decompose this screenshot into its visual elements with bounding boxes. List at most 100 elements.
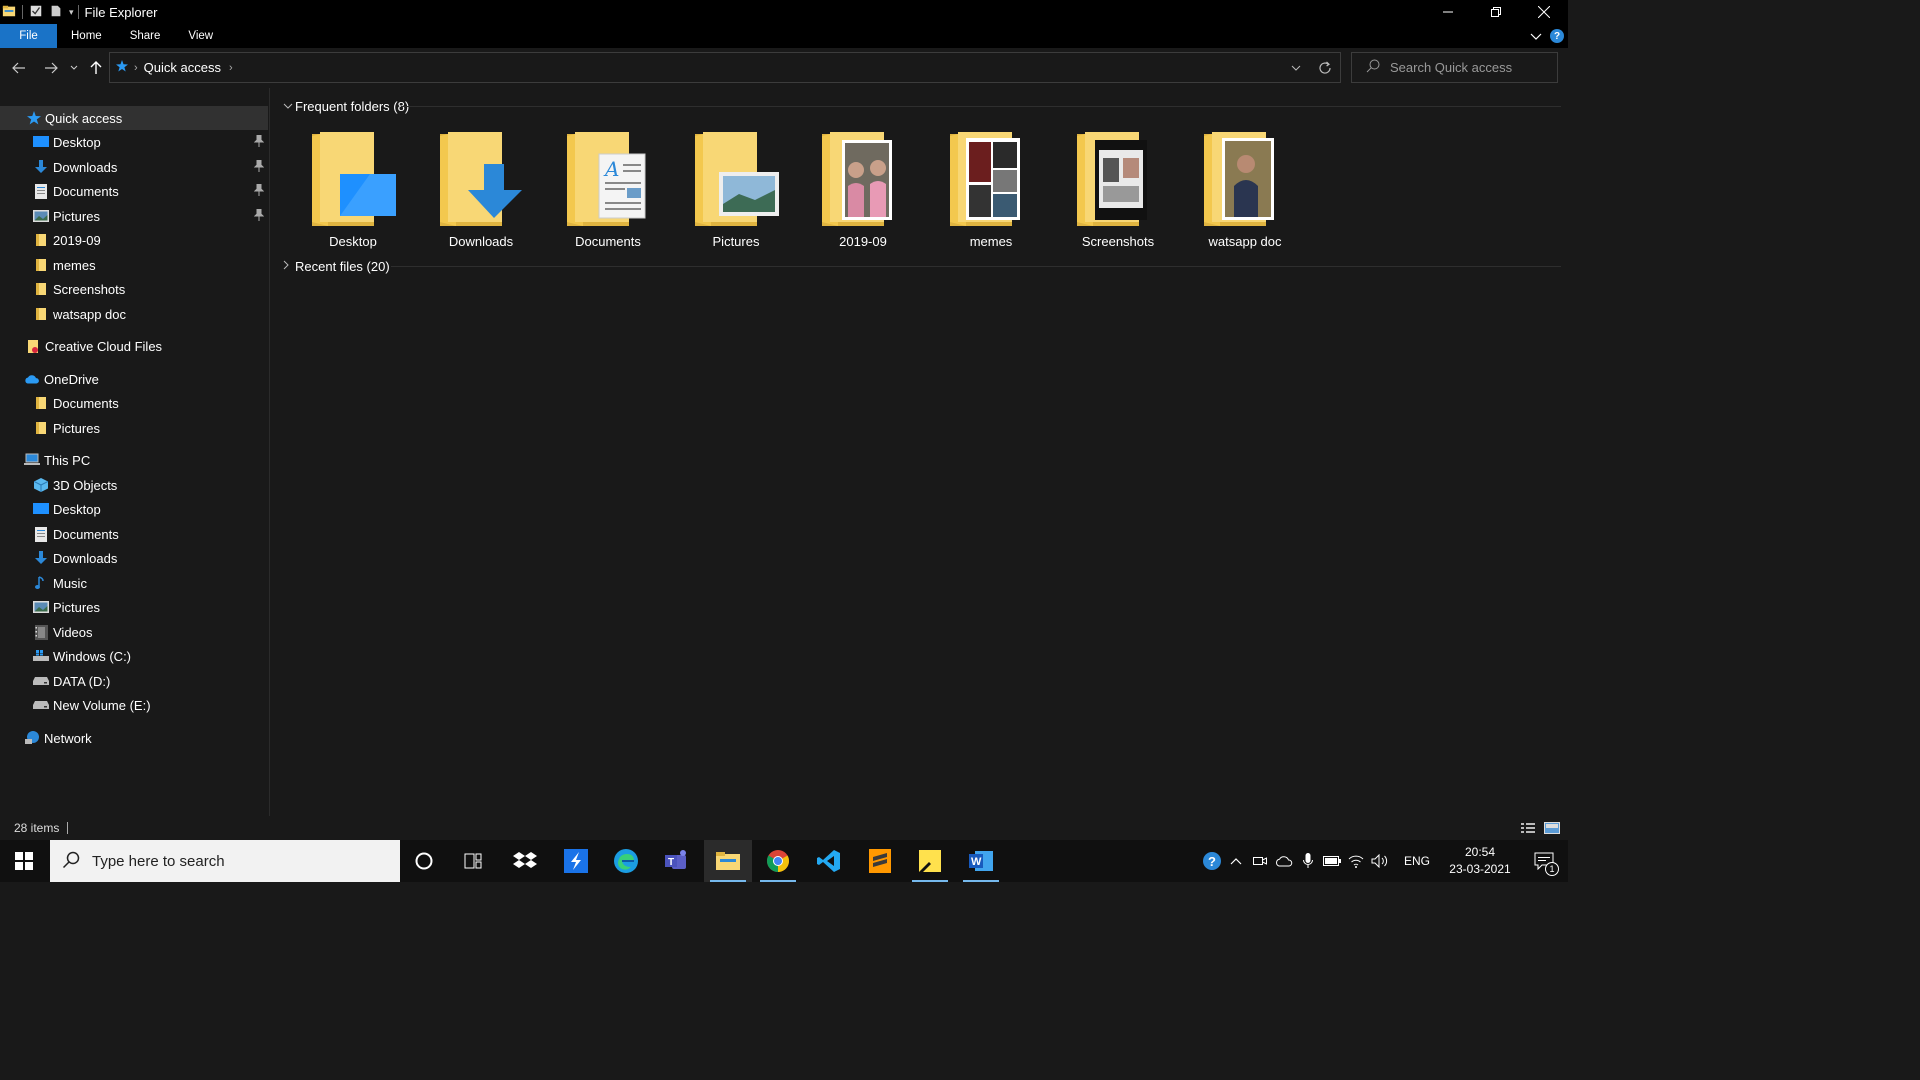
- taskbar-file-explorer[interactable]: [704, 840, 752, 882]
- sidebar-item-downloads[interactable]: Downloads: [0, 155, 268, 179]
- taskbar-dropbox[interactable]: [501, 840, 549, 882]
- photo-folder-icon: [822, 132, 892, 226]
- tab-home[interactable]: Home: [57, 24, 116, 48]
- taskbar-search-box[interactable]: Type here to search: [50, 840, 400, 882]
- breadcrumb-chevron-icon[interactable]: ›: [229, 62, 233, 74]
- sidebar-item-pc-pictures[interactable]: Pictures: [0, 595, 268, 619]
- sidebar-item-documents[interactable]: Documents: [0, 179, 268, 203]
- properties-icon[interactable]: [29, 4, 43, 21]
- sidebar-item-desktop[interactable]: Desktop: [0, 130, 268, 154]
- expand-ribbon-icon[interactable]: [1530, 29, 1542, 44]
- taskbar-teams[interactable]: T: [653, 840, 701, 882]
- clock[interactable]: 20:54 23-03-2021: [1440, 844, 1520, 878]
- refresh-icon[interactable]: [1316, 59, 1334, 80]
- tray-overflow[interactable]: [1224, 840, 1248, 882]
- pin-icon[interactable]: [253, 208, 265, 224]
- folder-tile-screenshots[interactable]: Screenshots: [1053, 130, 1163, 250]
- tray-onedrive[interactable]: [1272, 840, 1296, 882]
- taskbar-edge[interactable]: [602, 840, 650, 882]
- input-language[interactable]: ENG: [1400, 854, 1434, 868]
- sidebar-label: Quick access: [45, 110, 123, 126]
- tab-view[interactable]: View: [174, 24, 227, 48]
- folder-tile-watsapp-doc[interactable]: watsapp doc: [1180, 130, 1290, 250]
- tab-file[interactable]: File: [0, 24, 57, 48]
- folder-label: Pictures: [712, 234, 760, 249]
- customize-qat-icon[interactable]: ▾: [69, 7, 74, 18]
- search-box[interactable]: [1351, 52, 1558, 83]
- sidebar-item-videos[interactable]: Videos: [0, 620, 268, 644]
- sidebar-item-windows-c[interactable]: Windows (C:): [0, 644, 268, 668]
- sidebar-item-onedrive-documents[interactable]: Documents: [0, 391, 268, 415]
- sidebar-item-pc-desktop[interactable]: Desktop: [0, 497, 268, 521]
- taskbar-sublime[interactable]: [856, 840, 904, 882]
- sidebar-item-this-pc[interactable]: This PC: [0, 448, 268, 472]
- recent-files-header[interactable]: Recent files (20): [283, 256, 390, 276]
- tray-microphone[interactable]: [1296, 840, 1320, 882]
- action-center-button[interactable]: 1: [1520, 840, 1568, 882]
- breadcrumb-quick-access[interactable]: Quick access: [144, 60, 221, 75]
- taskbar-vscode[interactable]: [805, 840, 853, 882]
- sidebar-item-data-d[interactable]: DATA (D:): [0, 669, 268, 693]
- sidebar-item-music[interactable]: Music: [0, 571, 268, 595]
- sidebar-item-screenshots[interactable]: Screenshots: [0, 277, 268, 301]
- address-history-dropdown-icon[interactable]: [1290, 59, 1302, 80]
- forward-button[interactable]: [41, 58, 61, 78]
- sidebar-item-3d-objects[interactable]: 3D Objects: [0, 473, 268, 497]
- sidebar-item-watsapp-doc[interactable]: watsapp doc: [0, 302, 268, 326]
- network-icon: [24, 730, 40, 746]
- sidebar-item-memes[interactable]: memes: [0, 253, 268, 277]
- folder-label: Downloads: [448, 234, 514, 249]
- tray-volume[interactable]: [1368, 840, 1392, 882]
- sidebar-item-pc-downloads[interactable]: Downloads: [0, 546, 268, 570]
- folder-tile-2019-09[interactable]: 2019-09: [798, 130, 908, 250]
- taskbar-chrome[interactable]: [754, 840, 802, 882]
- address-bar[interactable]: › Quick access ›: [109, 52, 1341, 83]
- sidebar-item-2019-09[interactable]: 2019-09: [0, 228, 268, 252]
- back-button[interactable]: [9, 58, 29, 78]
- chevron-right-icon[interactable]: [283, 260, 295, 273]
- folder-tile-desktop[interactable]: Desktop: [288, 130, 398, 250]
- details-view-icon[interactable]: [1520, 821, 1536, 838]
- new-folder-icon[interactable]: [49, 4, 63, 21]
- cortana-button[interactable]: [400, 840, 448, 882]
- running-indicator: [963, 880, 999, 882]
- help-icon[interactable]: ?: [1550, 29, 1564, 43]
- minimize-button[interactable]: [1424, 0, 1472, 24]
- large-icons-view-icon[interactable]: [1544, 821, 1560, 838]
- frequent-folders-header[interactable]: Frequent folders (8): [283, 96, 409, 116]
- sidebar-item-pictures[interactable]: Pictures: [0, 204, 268, 228]
- taskbar-app-s[interactable]: [552, 840, 600, 882]
- restore-button[interactable]: [1472, 0, 1520, 24]
- folder-tile-documents[interactable]: A Documents: [543, 130, 653, 250]
- sidebar-item-quick-access[interactable]: Quick access: [0, 106, 268, 130]
- sidebar-item-onedrive[interactable]: OneDrive: [0, 367, 268, 391]
- pin-icon[interactable]: [253, 183, 265, 199]
- folder-icon: [33, 232, 49, 248]
- sidebar-item-new-volume-e[interactable]: New Volume (E:): [0, 693, 268, 717]
- taskbar-sticky-notes[interactable]: [906, 840, 954, 882]
- start-button[interactable]: [0, 840, 48, 882]
- folder-tile-downloads[interactable]: Downloads: [416, 130, 526, 250]
- tray-meet-now[interactable]: [1248, 840, 1272, 882]
- sidebar-item-pc-documents[interactable]: Documents: [0, 522, 268, 546]
- search-input[interactable]: [1390, 60, 1550, 75]
- tray-help[interactable]: ?: [1200, 840, 1224, 882]
- tray-battery[interactable]: [1320, 840, 1344, 882]
- tab-share[interactable]: Share: [116, 24, 175, 48]
- pin-icon[interactable]: [253, 134, 265, 150]
- taskbar-word[interactable]: W: [957, 840, 1005, 882]
- breadcrumb-chevron-icon[interactable]: ›: [134, 62, 138, 74]
- sidebar-item-network[interactable]: Network: [0, 726, 268, 750]
- file-explorer-app-icon[interactable]: [2, 4, 16, 21]
- close-button[interactable]: [1520, 0, 1568, 24]
- recent-locations-button[interactable]: [66, 58, 82, 78]
- up-button[interactable]: [86, 58, 106, 78]
- folder-tile-pictures[interactable]: Pictures: [671, 130, 781, 250]
- sidebar-item-onedrive-pictures[interactable]: Pictures: [0, 416, 268, 440]
- folder-tile-memes[interactable]: memes: [926, 130, 1036, 250]
- sidebar-item-creative-cloud[interactable]: Creative Cloud Files: [0, 334, 268, 358]
- chevron-down-icon[interactable]: [283, 101, 295, 112]
- task-view-button[interactable]: [449, 840, 497, 882]
- pin-icon[interactable]: [253, 159, 265, 175]
- tray-wifi[interactable]: [1344, 840, 1368, 882]
